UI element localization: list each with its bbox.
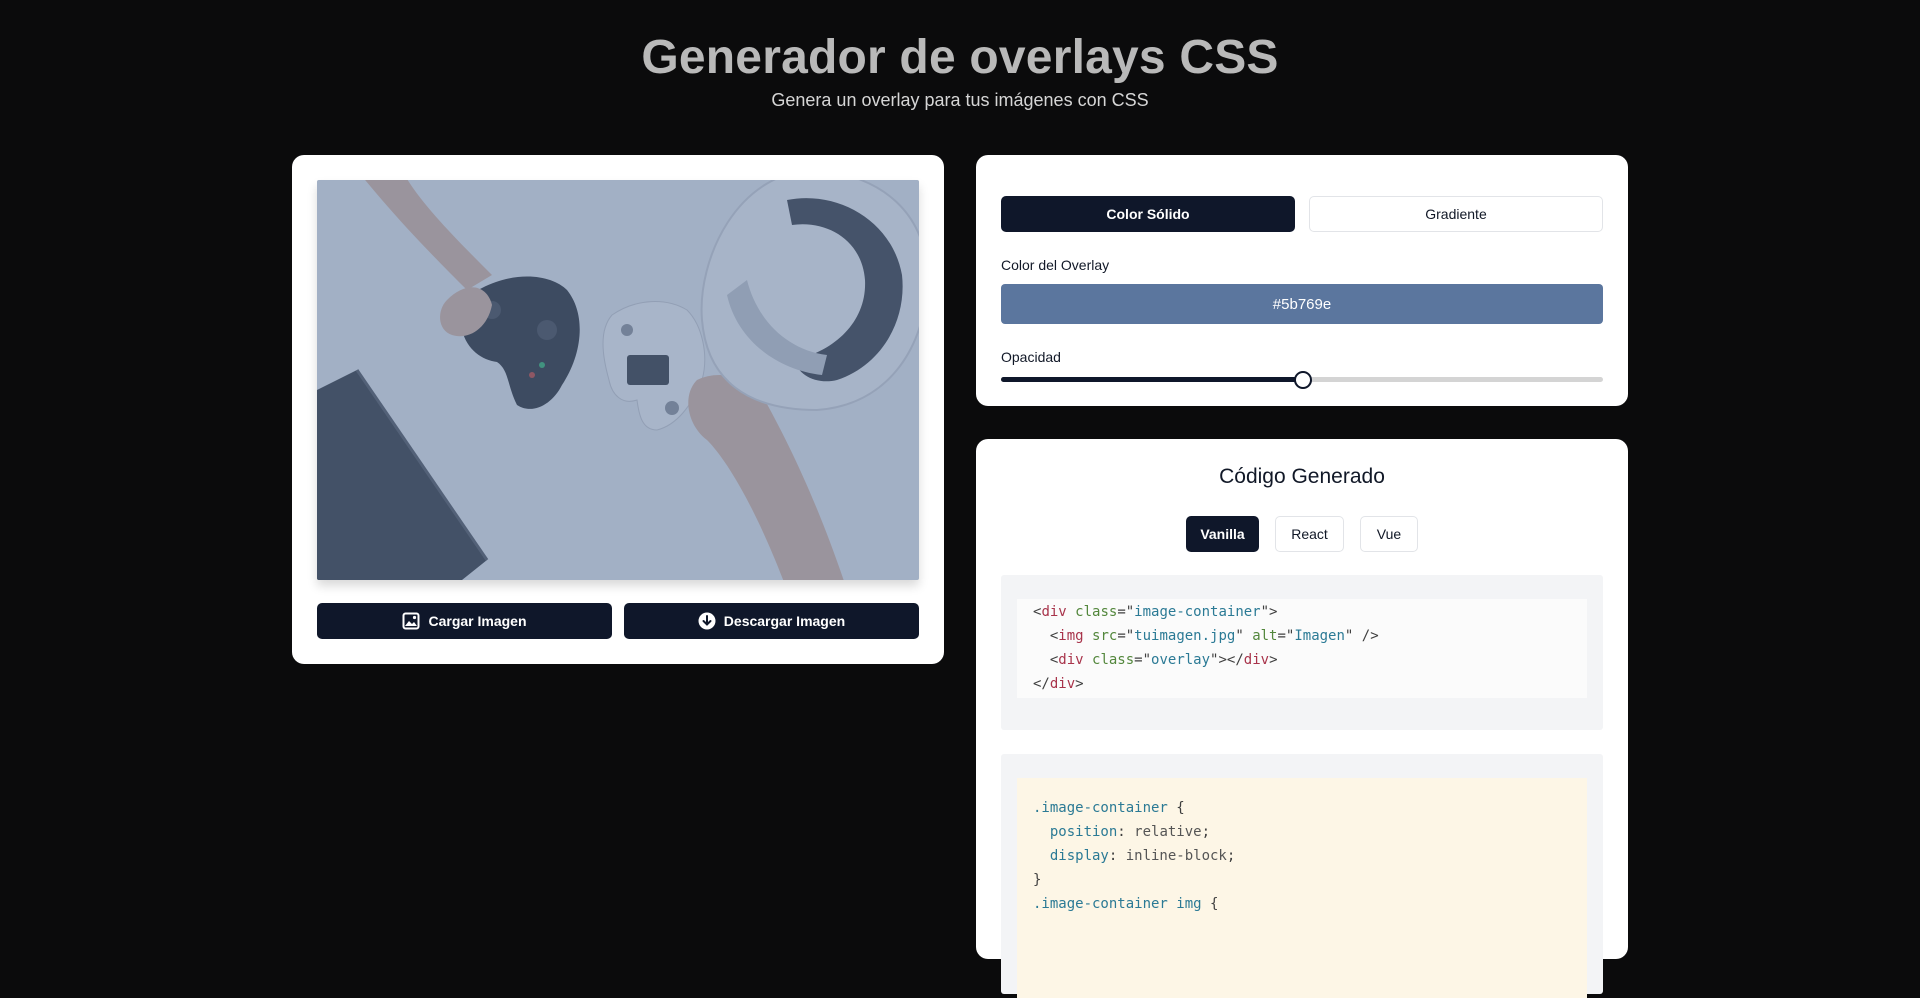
download-image-label: Descargar Imagen <box>723 613 846 629</box>
download-image-button[interactable]: Descargar Imagen <box>624 603 919 639</box>
html-code-line: <div class="image-container"> <box>1033 604 1278 620</box>
html-code-line: <div class="overlay"></div> <box>1033 652 1278 668</box>
page-header: Generador de overlays CSS Genera un over… <box>0 28 1920 111</box>
opacity-slider-fill <box>1001 377 1302 382</box>
mode-gradient-button[interactable]: Gradiente <box>1309 196 1603 232</box>
page-title: Generador de overlays CSS <box>641 31 1279 84</box>
load-image-button[interactable]: Cargar Imagen <box>317 603 612 639</box>
overlay-color-label: Color del Overlay <box>1001 257 1110 273</box>
css-code-line: } <box>1033 872 1042 888</box>
html-code-panel: <div class="image-container"> <img src="… <box>1001 575 1603 730</box>
image-preview <box>317 180 919 580</box>
mode-solid-button[interactable]: Color Sólido <box>1001 196 1295 232</box>
tab-vue[interactable]: Vue <box>1360 516 1418 552</box>
load-image-label: Cargar Imagen <box>428 613 527 629</box>
css-code-block[interactable]: .image-container { position: relative; d… <box>1017 778 1587 998</box>
arrow-down-circle-icon <box>698 612 716 630</box>
css-code-panel: .image-container { position: relative; d… <box>1001 754 1603 998</box>
generated-code-title: Código Generado <box>1219 465 1385 488</box>
css-code-line: .image-container img { <box>1033 896 1219 912</box>
opacity-slider[interactable] <box>1001 371 1603 389</box>
overlay-color-value: #5b769e <box>1272 295 1332 313</box>
overlay-color-picker[interactable]: #5b769e <box>1001 284 1603 324</box>
overlay-controls-card: Color Sólido Gradiente Color del Overlay… <box>976 155 1628 406</box>
opacity-label: Opacidad <box>1001 349 1061 365</box>
image-overlay <box>317 180 919 580</box>
html-code-line: </div> <box>1033 676 1084 692</box>
html-code-block[interactable]: <div class="image-container"> <img src="… <box>1017 599 1587 698</box>
css-code-line: .image-container { <box>1033 800 1185 816</box>
css-code-line: position: relative; <box>1033 824 1211 840</box>
tab-react[interactable]: React <box>1275 516 1344 552</box>
image-card: Cargar Imagen Descargar Imagen <box>292 155 944 664</box>
image-icon <box>402 612 420 630</box>
html-code-line: <img src="tuimagen.jpg" alt="Imagen" /> <box>1033 628 1379 644</box>
opacity-slider-thumb[interactable] <box>1294 371 1312 389</box>
css-code-line: display: inline-block; <box>1033 848 1236 864</box>
tab-vanilla[interactable]: Vanilla <box>1186 516 1259 552</box>
page-subtitle: Genera un overlay para tus imágenes con … <box>771 90 1149 110</box>
generated-code-card: Código Generado Vanilla React Vue <div c… <box>976 439 1628 998</box>
